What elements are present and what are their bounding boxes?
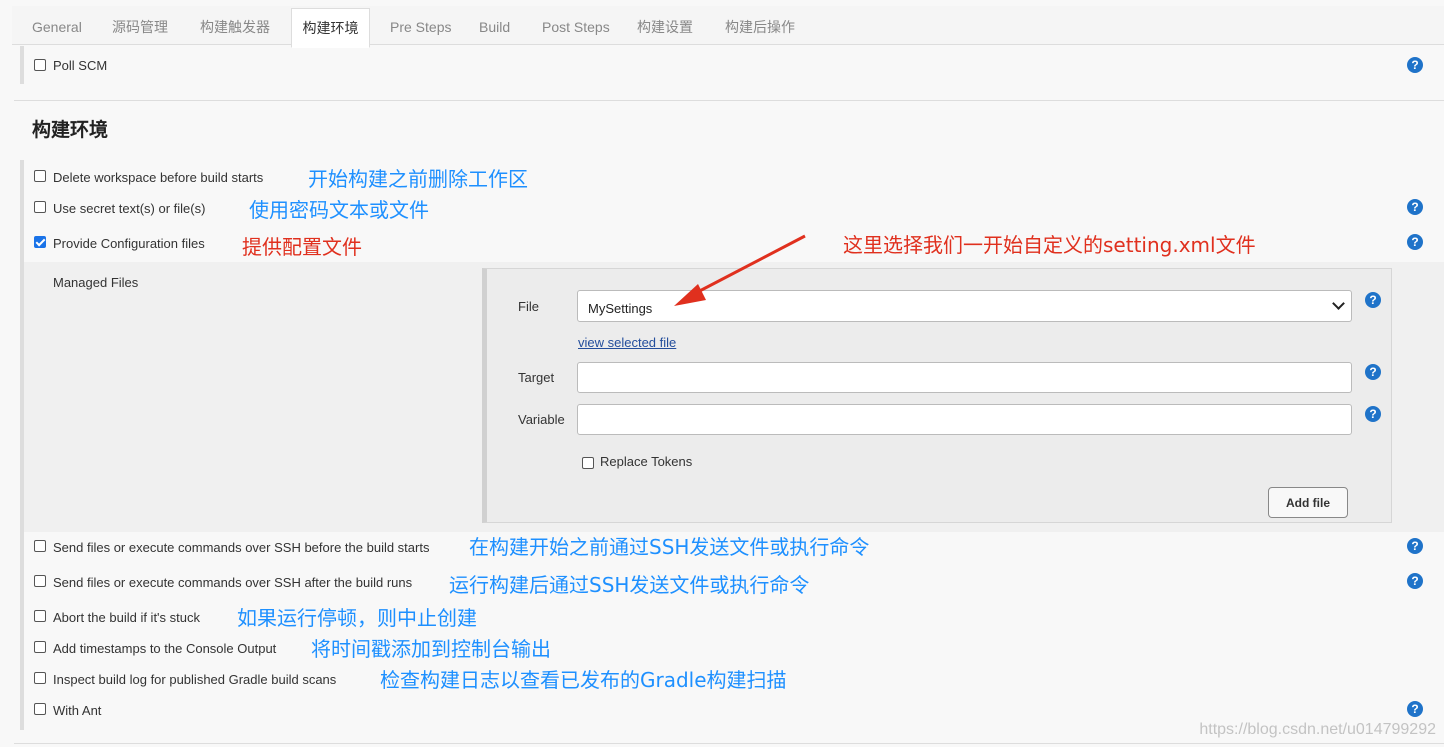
use-secret-label: Use secret text(s) or file(s)	[53, 201, 206, 216]
tab-build[interactable]: Build	[479, 6, 510, 44]
help-icon[interactable]: ?	[1407, 57, 1423, 73]
help-icon[interactable]: ?	[1407, 701, 1423, 717]
ssh-after-label: Send files or execute commands over SSH …	[53, 575, 413, 590]
file-label: File	[518, 299, 539, 314]
annotation-gradle-scan: 检查构建日志以查看已发布的Gradle构建扫描	[380, 668, 787, 692]
gradle-scan-label: Inspect build log for published Gradle b…	[53, 672, 337, 687]
tab-triggers[interactable]: 构建触发器	[200, 6, 270, 44]
help-icon[interactable]: ?	[1365, 292, 1381, 308]
annotation-ssh-before: 在构建开始之前通过SSH发送文件或执行命令	[469, 535, 870, 559]
annotation-select-setting: 这里选择我们一开始自定义的setting.xml文件	[843, 233, 1256, 257]
delete-workspace-checkbox[interactable]	[34, 170, 46, 182]
timestamps-label: Add timestamps to the Console Output	[53, 641, 277, 656]
annotation-delete-workspace: 开始构建之前删除工作区	[308, 167, 528, 191]
annotation-abort-stuck: 如果运行停顿，则中止创建	[237, 606, 477, 630]
abort-stuck-label: Abort the build if it's stuck	[53, 610, 200, 625]
ssh-before-label: Send files or execute commands over SSH …	[53, 540, 430, 555]
help-icon[interactable]: ?	[1407, 573, 1423, 589]
section-title: 构建环境	[32, 120, 109, 141]
target-label: Target	[518, 370, 555, 385]
help-icon[interactable]: ?	[1365, 364, 1381, 380]
help-icon[interactable]: ?	[1407, 199, 1423, 215]
managed-file-panel: File MySettings ? view selected file Tar…	[482, 268, 1392, 523]
managed-files-title: Managed Files	[53, 275, 139, 290]
abort-stuck-checkbox[interactable]	[34, 610, 46, 622]
ssh-after-checkbox[interactable]	[34, 575, 46, 587]
help-icon[interactable]: ?	[1407, 234, 1423, 250]
tab-bar: General 源码管理 构建触发器 构建环境 Pre Steps Build …	[12, 6, 1444, 48]
replace-tokens-checkbox[interactable]	[582, 457, 594, 469]
tab-post-build[interactable]: 构建后操作	[725, 6, 795, 44]
add-file-button[interactable]: Add file	[1268, 487, 1348, 518]
tab-build-environment[interactable]: 构建环境	[291, 8, 370, 48]
target-input[interactable]	[577, 362, 1352, 393]
divider	[14, 100, 1444, 101]
with-ant-checkbox[interactable]	[34, 703, 46, 715]
annotation-timestamps: 将时间戳添加到控制台输出	[311, 637, 551, 661]
ssh-before-checkbox[interactable]	[34, 540, 46, 552]
watermark: https://blog.csdn.net/u014799292	[1199, 721, 1436, 738]
annotation-use-secret: 使用密码文本或文件	[249, 198, 429, 222]
with-ant-label: With Ant	[53, 703, 102, 718]
help-icon[interactable]: ?	[1407, 538, 1423, 554]
annotation-ssh-after: 运行构建后通过SSH发送文件或执行命令	[449, 573, 810, 597]
chevron-down-icon	[1332, 297, 1345, 310]
file-select-value: MySettings	[588, 301, 653, 316]
provide-config-checkbox[interactable]	[34, 236, 46, 248]
variable-label: Variable	[518, 412, 565, 427]
poll-scm-label: Poll SCM	[53, 58, 108, 73]
tab-pre-steps[interactable]: Pre Steps	[390, 6, 451, 44]
replace-tokens-label: Replace Tokens	[600, 454, 693, 469]
timestamps-checkbox[interactable]	[34, 641, 46, 653]
poll-scm-checkbox[interactable]	[34, 59, 46, 71]
variable-input[interactable]	[577, 404, 1352, 435]
section-guide-line	[20, 46, 24, 84]
use-secret-checkbox[interactable]	[34, 201, 46, 213]
tab-scm[interactable]: 源码管理	[112, 6, 168, 44]
annotation-provide-config: 提供配置文件	[242, 235, 362, 259]
tab-general[interactable]: General	[32, 6, 82, 44]
gradle-scan-checkbox[interactable]	[34, 672, 46, 684]
tab-build-settings[interactable]: 构建设置	[637, 6, 693, 44]
view-selected-file-link[interactable]: view selected file	[578, 335, 676, 350]
divider	[14, 743, 1444, 744]
provide-config-label: Provide Configuration files	[53, 236, 205, 251]
delete-workspace-label: Delete workspace before build starts	[53, 170, 264, 185]
red-arrow-icon	[674, 234, 806, 306]
help-icon[interactable]: ?	[1365, 406, 1381, 422]
tab-post-steps[interactable]: Post Steps	[542, 6, 610, 44]
